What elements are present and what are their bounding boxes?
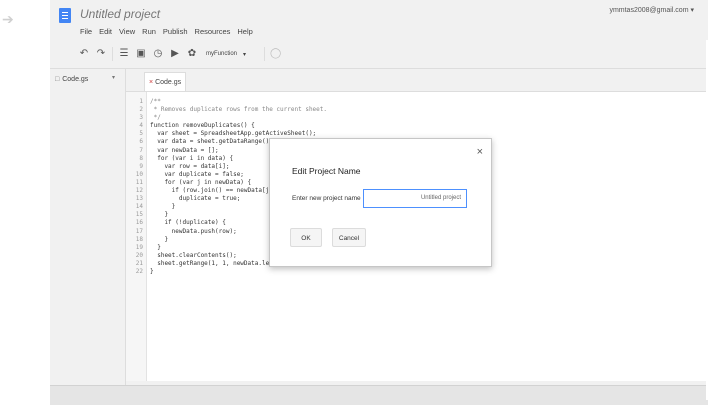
menu-view[interactable]: View <box>119 27 135 36</box>
line-number: 15 <box>135 211 143 219</box>
account-menu[interactable]: ymmtas2008@gmail.com ▾ <box>609 6 694 14</box>
menu-run[interactable]: Run <box>142 27 156 36</box>
line-number: 8 <box>139 154 143 162</box>
line-number: 9 <box>139 162 143 170</box>
line-number: 4 <box>139 122 143 130</box>
line-number: 3 <box>139 114 143 122</box>
menu-help[interactable]: Help <box>237 27 252 36</box>
left-decoration-panel <box>0 0 18 405</box>
redo-icon[interactable]: ↷ <box>95 47 107 61</box>
project-title[interactable]: Untitled project <box>80 7 160 21</box>
indent-icon[interactable]: ☰ <box>118 47 130 61</box>
tab-bar: × Code.gs <box>126 69 708 91</box>
chevron-down-icon[interactable]: ▾ <box>112 74 115 81</box>
function-select[interactable]: myFunction ▾ <box>203 48 259 61</box>
code-line: function removeDuplicates() { <box>150 122 255 130</box>
file-sidebar: □ Code.gs ▾ <box>50 69 126 385</box>
menu-resources[interactable]: Resources <box>195 27 231 36</box>
left-decoration: ➔ <box>0 0 50 405</box>
menu-publish[interactable]: Publish <box>163 27 188 36</box>
run-icon[interactable]: ▶ <box>169 47 181 61</box>
line-number: 7 <box>139 146 143 154</box>
triggers-clock-icon[interactable]: ◷ <box>152 47 164 61</box>
arrow-right-icon: ➔ <box>2 11 14 27</box>
tab-label: Code.gs <box>155 78 182 86</box>
save-icon[interactable]: ▣ <box>135 47 147 61</box>
status-bar <box>50 385 708 405</box>
code-line: */ <box>150 114 161 122</box>
project-name-input[interactable]: Untitled project <box>363 189 467 208</box>
line-number: 2 <box>139 106 143 114</box>
line-number: 11 <box>135 178 143 186</box>
ok-button[interactable]: OK <box>290 228 322 247</box>
line-number: 16 <box>135 219 143 227</box>
file-icon: □ <box>55 75 60 83</box>
chevron-down-icon: ▾ <box>243 51 247 58</box>
sidebar-item-code-gs[interactable]: □ Code.gs <box>55 73 88 85</box>
line-number: 12 <box>135 187 143 195</box>
line-number: 21 <box>135 259 143 267</box>
header: Untitled project ymmtas2008@gmail.com ▾ … <box>50 0 708 68</box>
line-number: 14 <box>135 203 143 211</box>
code-line: * Removes duplicate rows from the curren… <box>150 106 328 114</box>
right-decoration <box>706 40 720 400</box>
toolbar: ↶ ↷ ☰ ▣ ◷ ▶ ✿ myFunction ▾ ◯ <box>78 45 281 63</box>
lightbulb-icon[interactable]: ◯ <box>270 47 281 61</box>
menu-edit[interactable]: Edit <box>99 27 112 36</box>
cancel-button[interactable]: Cancel <box>332 228 366 247</box>
close-tab-icon[interactable]: × <box>149 79 153 86</box>
sidebar-item-label: Code.gs <box>62 75 89 83</box>
line-numbers: 1 2 3 4 5 6 7 8 9 10 11 12 13 14 15 16 17 18 19 20 21 22 <box>136 98 143 276</box>
toolbar-divider <box>264 47 265 61</box>
menu-file[interactable]: File <box>80 27 92 36</box>
edit-project-name-dialog: × Edit Project Name Enter new project na… <box>269 138 492 267</box>
line-number: 18 <box>135 235 143 243</box>
line-number: 20 <box>135 251 143 259</box>
apps-script-logo-icon <box>59 8 71 23</box>
project-name-label: Enter new project name <box>292 195 361 202</box>
undo-icon[interactable]: ↶ <box>78 47 90 61</box>
line-number: 22 <box>135 267 143 275</box>
line-number: 5 <box>139 130 143 138</box>
line-number: 19 <box>135 243 143 251</box>
menu-bar: File Edit View Run Publish Resources Hel… <box>80 27 253 36</box>
code-line: /** <box>150 98 161 105</box>
line-number-gutter: 1 2 3 4 5 6 7 8 9 10 11 12 13 14 15 16 17 18 19 20 21 22 <box>126 92 147 381</box>
line-number: 10 <box>135 170 143 178</box>
line-number: 13 <box>135 195 143 203</box>
dialog-title: Edit Project Name <box>292 166 361 176</box>
code-line: } <box>150 267 154 275</box>
close-icon[interactable]: × <box>477 147 483 158</box>
line-number: 17 <box>135 227 143 235</box>
tab-code-gs[interactable]: × Code.gs <box>144 72 187 91</box>
debug-icon[interactable]: ✿ <box>186 47 198 61</box>
toolbar-divider <box>112 47 113 61</box>
line-number: 6 <box>139 138 143 146</box>
function-select-value: myFunction <box>206 51 238 57</box>
line-number: 1 <box>139 98 143 105</box>
